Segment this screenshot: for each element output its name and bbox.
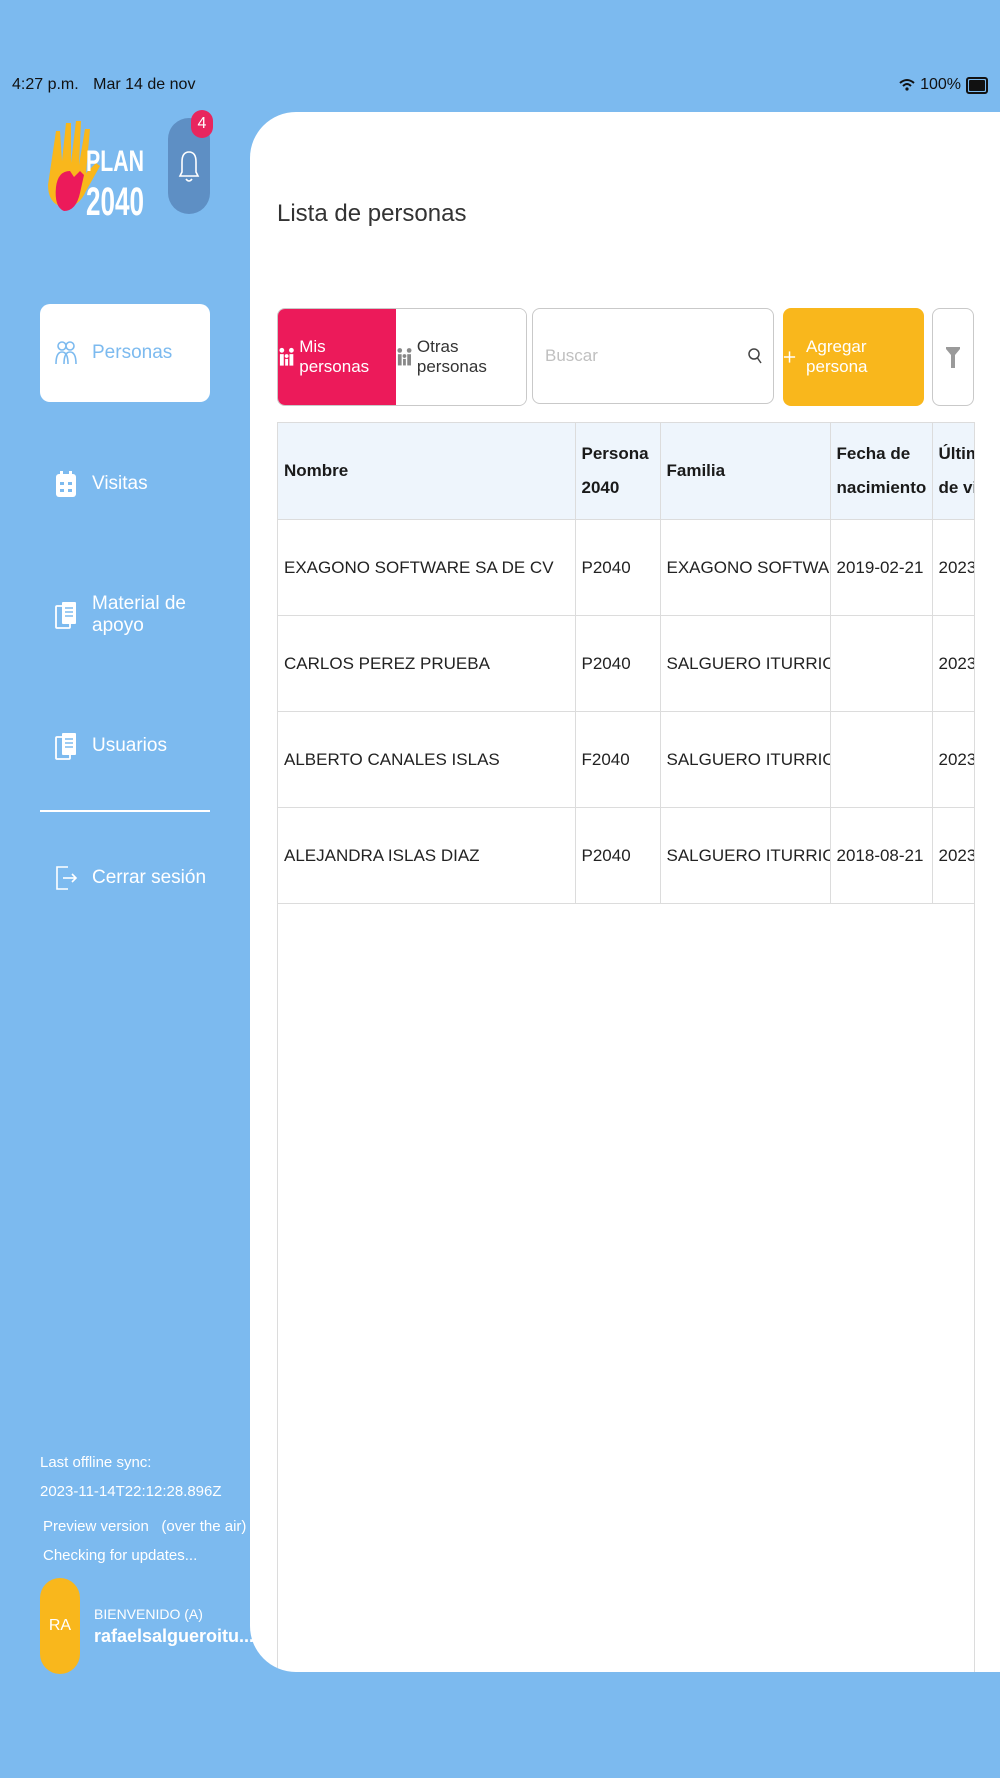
cell-persona-2040: P2040 [575, 615, 661, 712]
page-title: Lista de personas [277, 200, 467, 227]
sidebar-item-visitas[interactable]: Visitas [40, 435, 210, 533]
logout-icon [56, 866, 78, 890]
cell-familia: EXAGONO SOFTWARE [660, 519, 831, 616]
add-person-button[interactable]: Agregar persona [783, 308, 924, 406]
version-label: Preview version (over the air) [43, 1518, 247, 1535]
cell-nombre: CARLOS PEREZ PRUEBA [278, 615, 576, 712]
tab-mis-personas-label: Mis personas [299, 337, 370, 376]
column-header[interactable]: Familia [660, 423, 831, 520]
sync-label: Last offline sync: [40, 1454, 152, 1471]
person-scope-toggle: Mis personas Otras personas [277, 308, 527, 406]
sidebar-item-label: Visitas [92, 473, 148, 494]
column-header[interactable]: Fecha de nacimiento [830, 423, 933, 520]
cell-familia: SALGUERO ITURRIOSE [660, 807, 831, 904]
document-icon [55, 602, 76, 629]
cell-ultima-visita: 2023- [932, 615, 974, 712]
family-icon [397, 348, 412, 366]
cell-nombre: EXAGONO SOFTWARE SA DE CV [278, 519, 576, 616]
logout-label: Cerrar sesión [92, 867, 207, 888]
cell-fecha-nacimiento [830, 615, 933, 712]
status-time: 4:27 p.m. [12, 76, 79, 93]
calendar-icon [56, 471, 76, 497]
cell-persona-2040: P2040 [575, 807, 661, 904]
welcome-text: BIENVENIDO (A) [94, 1605, 203, 1622]
sync-info: Last offline sync: 2023-11-14T22:12:28.8… [40, 1448, 222, 1506]
column-header[interactable]: Última de visita [932, 423, 974, 520]
people-icon [55, 341, 77, 365]
battery-icon [966, 76, 988, 94]
status-right: 100% [899, 76, 988, 94]
document-icon [55, 733, 76, 760]
persons-table: Nombre Persona 2040 Familia Fecha de nac… [277, 422, 975, 1672]
notification-badge: 4 [191, 110, 213, 138]
sidebar-item-material-de-apoyo[interactable]: Material de apoyo [40, 566, 210, 664]
filter-button[interactable] [932, 308, 974, 406]
sidebar-item-label: Personas [92, 342, 173, 363]
sidebar-item-label: Material de apoyo [92, 593, 186, 636]
cell-persona-2040: P2040 [575, 519, 661, 616]
tab-mis-personas[interactable]: Mis personas [278, 309, 396, 405]
cell-nombre: ALBERTO CANALES ISLAS [278, 711, 576, 808]
notifications-button[interactable]: 4 [168, 110, 213, 214]
column-header[interactable]: Persona 2040 [575, 423, 661, 520]
username: rafaelsalgueroitu... [94, 1625, 255, 1646]
cell-fecha-nacimiento: 2019-02-21 [830, 519, 933, 616]
status-bar: 4:27 p.m. Mar 14 de nov 100% [12, 76, 988, 100]
cell-persona-2040: F2040 [575, 711, 661, 808]
tab-otras-personas-label: Otras personas [416, 337, 487, 376]
cell-ultima-visita: 2023- [932, 711, 974, 808]
update-status: Checking for updates... [43, 1547, 198, 1564]
tab-otras-personas[interactable]: Otras personas [396, 309, 526, 405]
sidebar-divider [40, 810, 210, 812]
search-box [532, 308, 774, 404]
bell-icon [178, 151, 200, 182]
version-info: Preview version (over the air) Checking … [43, 1512, 246, 1570]
sidebar-item-usuarios[interactable]: Usuarios [40, 697, 210, 795]
avatar[interactable]: RA [40, 1578, 80, 1674]
table-row[interactable]: EXAGONO SOFTWARE SA DE CV P2040 EXAGONO … [278, 519, 974, 616]
status-date: Mar 14 de nov [93, 76, 196, 93]
cell-nombre: ALEJANDRA ISLAS DIAZ [278, 807, 576, 904]
table-row[interactable]: ALBERTO CANALES ISLAS F2040 SALGUERO ITU… [278, 711, 974, 808]
table-header-row: Nombre Persona 2040 Familia Fecha de nac… [278, 423, 974, 520]
user-box: RA BIENVENIDO (A) rafaelsalgueroitu... [40, 1578, 254, 1674]
logout-button[interactable]: Cerrar sesión [40, 829, 210, 927]
plan-2040-logo: PLAN 2040 [40, 115, 145, 225]
cell-fecha-nacimiento: 2018-08-21 [830, 807, 933, 904]
wifi-icon [899, 79, 915, 91]
sidebar-item-label: Usuarios [92, 735, 167, 756]
main-panel: Lista de personas Mis personas Otras per… [250, 112, 1000, 1672]
status-left: 4:27 p.m. Mar 14 de nov [12, 76, 205, 94]
battery-percent: 100% [920, 76, 961, 93]
table-row[interactable]: ALEJANDRA ISLAS DIAZ P2040 SALGUERO ITUR… [278, 807, 974, 904]
search-input[interactable] [543, 345, 747, 367]
logo-text-year: 2040 [86, 180, 144, 224]
search-icon[interactable] [747, 346, 763, 366]
filter-icon [946, 347, 960, 368]
sync-value: 2023-11-14T22:12:28.896Z [40, 1483, 222, 1500]
cell-fecha-nacimiento [830, 711, 933, 808]
family-icon [279, 347, 294, 366]
sidebar-item-personas[interactable]: Personas [40, 304, 210, 402]
plus-icon [783, 351, 796, 363]
logo-text-plan: PLAN [86, 145, 144, 178]
table-row[interactable]: CARLOS PEREZ PRUEBA P2040 SALGUERO ITURR… [278, 615, 974, 712]
add-person-label: Agregar persona [806, 337, 868, 376]
cell-ultima-visita: 2023- [932, 807, 974, 904]
column-header[interactable]: Nombre [278, 423, 576, 520]
cell-ultima-visita: 2023- [932, 519, 974, 616]
cell-familia: SALGUERO ITURRIOSE [660, 615, 831, 712]
cell-familia: SALGUERO ITURRIOSE [660, 711, 831, 808]
